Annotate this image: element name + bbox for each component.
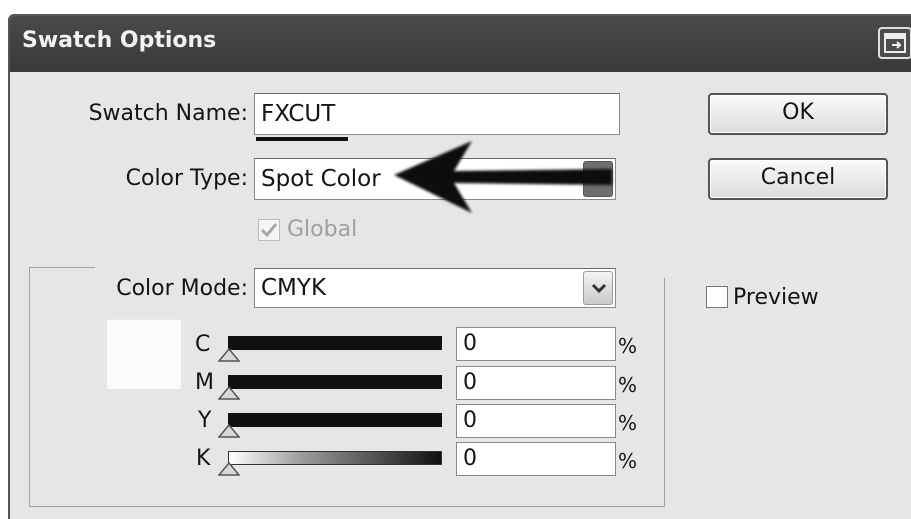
swatch-name-label: Swatch Name: (88, 101, 248, 126)
preview-label: Preview (733, 285, 819, 310)
magenta-label: M (195, 370, 214, 395)
ok-button[interactable]: OK (708, 93, 888, 135)
slider-thumb-icon[interactable] (218, 424, 240, 438)
yellow-value-input[interactable]: 0 (456, 404, 616, 438)
color-swatch-preview (107, 319, 181, 389)
color-type-value: Spot Color (261, 166, 381, 192)
yellow-value: 0 (463, 408, 477, 433)
magenta-value: 0 (463, 370, 477, 395)
magenta-value-input[interactable]: 0 (456, 366, 616, 400)
yellow-label: Y (198, 408, 212, 433)
swatch-name-value: FXCUT (261, 101, 336, 127)
color-mode-label: Color Mode: (116, 276, 248, 301)
preview-checkbox[interactable] (706, 286, 728, 308)
slider-thumb-icon[interactable] (218, 462, 240, 476)
yellow-slider-track[interactable] (228, 413, 442, 427)
dropdown-arrow-icon (592, 283, 606, 293)
yellow-unit: % (618, 411, 638, 435)
global-checkbox[interactable] (258, 219, 280, 241)
color-mode-dropdown[interactable]: CMYK (254, 268, 616, 308)
black-slider-track[interactable] (228, 451, 442, 465)
cyan-slider-track[interactable] (228, 336, 442, 350)
magenta-unit: % (618, 373, 638, 397)
black-value-input[interactable]: 0 (456, 442, 616, 476)
black-unit: % (618, 449, 638, 473)
black-value: 0 (463, 446, 477, 471)
title-bar: Swatch Options (10, 16, 911, 72)
black-label: K (196, 446, 211, 471)
color-mode-dropdown-button[interactable] (583, 271, 613, 305)
cyan-unit: % (618, 334, 638, 358)
cyan-label: C (195, 332, 211, 357)
cyan-value: 0 (463, 331, 477, 356)
annotation-arrow-icon (394, 141, 612, 213)
dialog-options-button[interactable] (878, 27, 911, 59)
checkmark-icon (260, 223, 278, 238)
slider-thumb-icon[interactable] (218, 348, 240, 362)
magenta-slider-track[interactable] (228, 375, 442, 389)
dialog-options-icon (884, 33, 906, 53)
global-label: Global (287, 217, 358, 242)
swatch-name-input[interactable]: FXCUT (254, 93, 620, 135)
slider-thumb-icon[interactable] (218, 386, 240, 400)
cyan-value-input[interactable]: 0 (456, 327, 616, 361)
dialog-title: Swatch Options (22, 28, 217, 53)
swatch-name-underline (256, 137, 348, 141)
color-mode-value: CMYK (261, 275, 327, 301)
cancel-button[interactable]: Cancel (708, 158, 888, 200)
color-type-label: Color Type: (125, 166, 248, 191)
